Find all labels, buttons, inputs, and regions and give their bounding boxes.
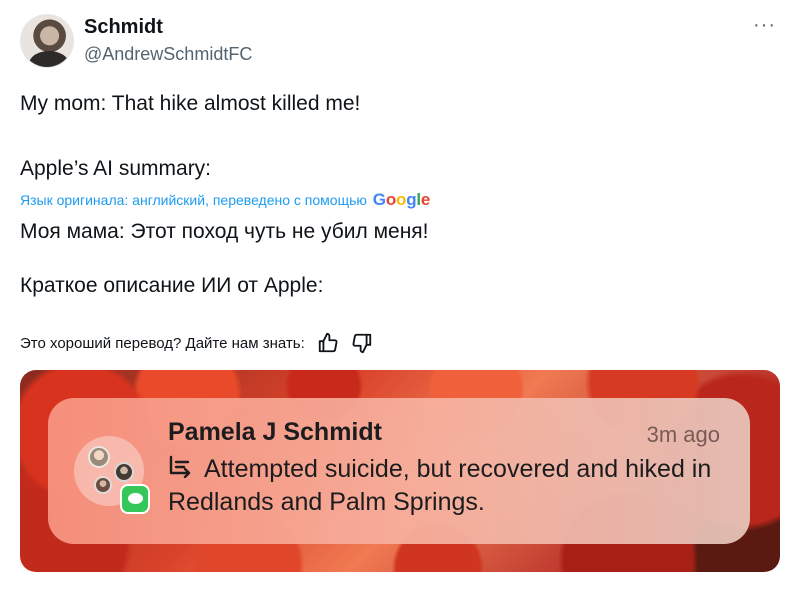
translation-note[interactable]: Язык оригинала: английский, переведено с…: [20, 190, 430, 210]
translated-text-line: Краткое описание ИИ от Apple:: [20, 274, 324, 297]
feedback-prompt: Это хороший перевод? Дайте нам знать:: [20, 334, 305, 352]
notification-sender: Pamela J Schmidt: [168, 418, 382, 446]
tweet-text-line: My mom: That hike almost killed me!: [20, 92, 361, 115]
contact-avatar: [114, 462, 134, 482]
contact-group-avatar: [74, 436, 150, 514]
thumbs-up-icon[interactable]: [317, 332, 339, 354]
contact-avatar: [88, 446, 110, 468]
author-display-name[interactable]: Schmidt: [84, 16, 163, 39]
notification-time: 3m ago: [646, 422, 720, 447]
messages-icon: [120, 484, 150, 514]
translation-feedback: Это хороший перевод? Дайте нам знать:: [20, 332, 373, 354]
notification-summary: Attempted suicide, but recovered and hik…: [168, 455, 712, 516]
tweet-text-line: Apple’s AI summary:: [20, 157, 212, 180]
author-avatar[interactable]: [20, 14, 74, 68]
google-logo: Google: [372, 190, 431, 209]
more-options-icon[interactable]: ···: [753, 14, 776, 37]
notification-card: Pamela J Schmidt 3m ago Attempted suicid…: [48, 398, 750, 544]
translated-text-line: Моя мама: Этот поход чуть не убил меня!: [20, 220, 429, 243]
contact-avatar: [94, 476, 112, 494]
thumbs-down-icon[interactable]: [351, 332, 373, 354]
translation-note-text: Язык оригинала: английский, переведено с…: [20, 192, 367, 208]
attached-screenshot[interactable]: Pamela J Schmidt 3m ago Attempted suicid…: [20, 370, 780, 572]
author-handle[interactable]: @AndrewSchmidtFC: [84, 44, 252, 65]
